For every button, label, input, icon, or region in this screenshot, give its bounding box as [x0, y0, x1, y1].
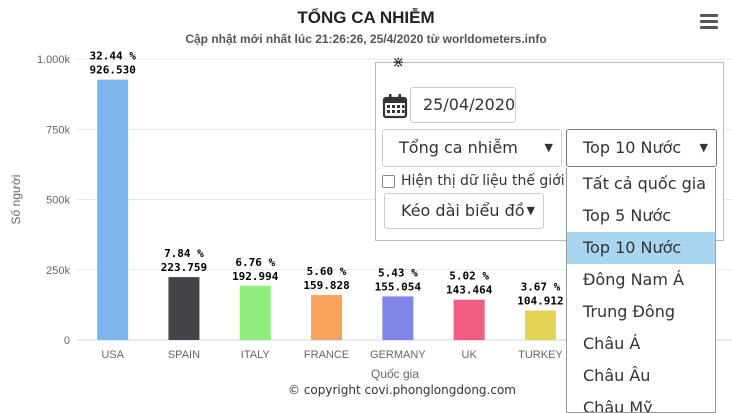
show-world-label: Hiện thị dữ liệu thế giới — [401, 173, 565, 189]
scope-option[interactable]: Châu Mỹ — [567, 392, 715, 412]
y-tick-label: 1.000k — [37, 54, 71, 66]
y-axis-label: Số người — [9, 175, 23, 225]
scope-select-value: Top 10 Nước — [583, 138, 682, 157]
chevron-down-icon: ▼ — [544, 141, 553, 154]
bar-value-label: 223.759 — [161, 261, 207, 274]
metric-select[interactable]: Tổng ca nhiễm ▼ — [382, 129, 562, 167]
bar-value-label: 192.994 — [232, 270, 279, 283]
bar[interactable] — [311, 295, 343, 340]
scope-dropdown-list[interactable]: Tất cả quốc gia Top 5 Nước Top 10 Nước Đông… — [566, 168, 716, 413]
scope-option[interactable]: Top 5 Nước — [567, 200, 715, 232]
show-world-checkbox[interactable] — [382, 174, 395, 188]
scope-option[interactable]: Đông Nam Á — [567, 264, 715, 296]
bar-value-label: 143.464 — [446, 284, 493, 297]
y-tick-label: 250k — [46, 265, 70, 277]
bar[interactable] — [453, 299, 485, 340]
bar-percent-label: 32.44 % — [89, 50, 136, 63]
expand-select-value: Kéo dài biểu đồ — [401, 201, 525, 220]
scope-option[interactable]: Top 10 Nước — [567, 232, 715, 264]
bar[interactable] — [382, 296, 414, 340]
scope-option[interactable]: Châu Âu — [567, 360, 715, 392]
bar[interactable] — [524, 310, 556, 340]
bar[interactable] — [168, 277, 200, 340]
scope-option[interactable]: Trung Đông — [567, 296, 715, 328]
bar-percent-label: 3.67 % — [521, 281, 561, 294]
bar-percent-label: 6.76 % — [235, 256, 275, 269]
bar-percent-label: 7.84 % — [164, 247, 204, 260]
collapse-icon[interactable]: ⋇ — [392, 53, 405, 71]
bar-percent-label: 5.60 % — [307, 265, 347, 278]
date-input[interactable]: 25/04/2020 — [410, 87, 516, 123]
expand-select[interactable]: Kéo dài biểu đồ ▼ — [384, 193, 544, 229]
bar-value-label: 155.054 — [375, 280, 422, 293]
x-tick-label: GERMANY — [370, 349, 426, 361]
show-world-row[interactable]: Hiện thị dữ liệu thế giới — [382, 173, 565, 189]
x-axis-label: Quốc gia — [371, 367, 419, 381]
y-tick-label: 750k — [46, 124, 70, 136]
x-tick-label: TURKEY — [518, 349, 563, 361]
x-tick-label: ITALY — [241, 349, 271, 361]
bar[interactable] — [97, 79, 129, 340]
bar[interactable] — [239, 285, 271, 340]
bar-percent-label: 5.43 % — [378, 266, 418, 279]
bar-percent-label: 5.02 % — [449, 270, 489, 283]
x-tick-label: SPAIN — [168, 349, 200, 361]
chevron-down-icon: ▼ — [526, 204, 535, 217]
chevron-down-icon: ▼ — [699, 141, 708, 154]
x-tick-label: UK — [462, 349, 478, 361]
metric-select-value: Tổng ca nhiễm — [399, 138, 518, 157]
bar-value-label: 926.530 — [89, 64, 135, 77]
y-tick-label: 500k — [46, 195, 70, 207]
y-tick-label: 0 — [64, 335, 70, 347]
scope-option[interactable]: Châu Á — [567, 328, 715, 360]
x-tick-label: FRANCE — [304, 349, 349, 361]
bar-value-label: 104.912 — [517, 295, 563, 308]
bar-value-label: 159.828 — [303, 279, 349, 292]
scope-option[interactable]: Tất cả quốc gia — [567, 168, 715, 200]
x-tick-label: USA — [101, 349, 124, 361]
scope-select[interactable]: Top 10 Nước ▼ — [566, 129, 717, 167]
calendar-icon[interactable] — [382, 93, 408, 119]
